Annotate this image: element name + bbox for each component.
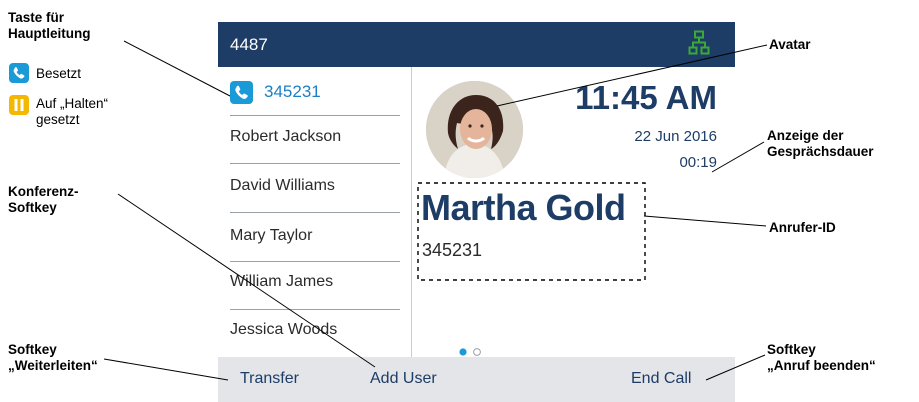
caller-id-highlight (417, 182, 646, 281)
callout-lines (103, 40, 768, 381)
